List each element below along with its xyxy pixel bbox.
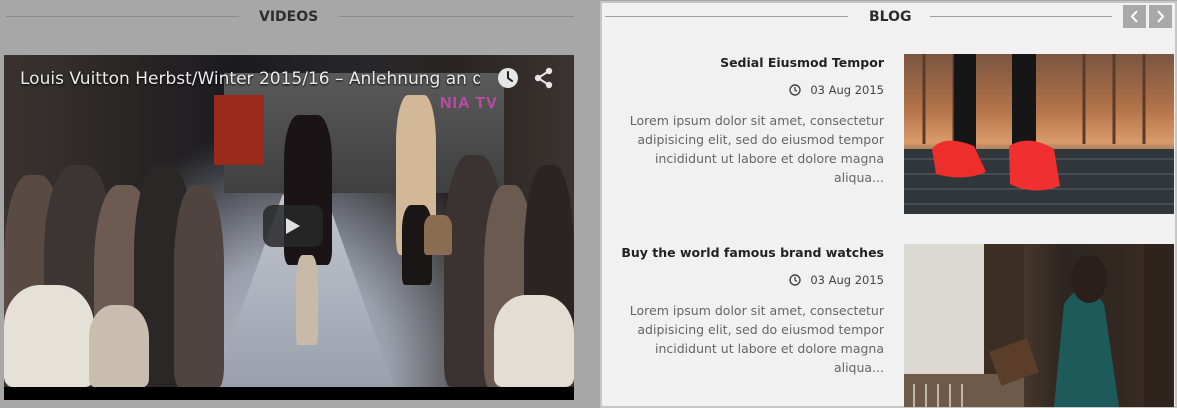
clock-icon[interactable] bbox=[497, 67, 519, 89]
play-icon bbox=[286, 218, 300, 234]
videos-heading: VIDEOS bbox=[259, 9, 319, 25]
chevron-right-icon bbox=[1157, 10, 1165, 23]
post-date: 03 Aug 2015 bbox=[789, 83, 884, 97]
blog-divider-left bbox=[605, 16, 848, 17]
videos-divider-left bbox=[6, 16, 239, 17]
video-watermark: NIA TV bbox=[440, 95, 498, 112]
post-image[interactable] bbox=[904, 244, 1174, 407]
video-player[interactable]: Louis Vuitton Herbst/Winter 2015/16 – An… bbox=[4, 55, 574, 400]
clock-icon bbox=[789, 84, 802, 96]
post-image[interactable] bbox=[904, 54, 1174, 214]
video-progress-track[interactable] bbox=[4, 387, 574, 400]
chevron-left-icon bbox=[1130, 10, 1138, 23]
blog-divider-right bbox=[930, 16, 1112, 17]
video-title[interactable]: Louis Vuitton Herbst/Winter 2015/16 – An… bbox=[20, 69, 480, 89]
videos-divider-right bbox=[339, 16, 574, 17]
post-excerpt: Lorem ipsum dolor sit amet, consectetur … bbox=[629, 303, 884, 375]
post-excerpt: Lorem ipsum dolor sit amet, consectetur … bbox=[629, 113, 884, 185]
post-title[interactable]: Buy the world famous brand watches bbox=[621, 245, 884, 260]
blog-heading: BLOG bbox=[869, 9, 912, 25]
post-date: 03 Aug 2015 bbox=[789, 273, 884, 287]
blog-prev-button[interactable] bbox=[1123, 5, 1146, 28]
clock-icon bbox=[789, 274, 802, 286]
post-title[interactable]: Sedial Eiusmod Tempor bbox=[720, 55, 884, 70]
post-date-text: 03 Aug 2015 bbox=[810, 83, 884, 97]
play-button[interactable] bbox=[263, 205, 323, 247]
blog-next-button[interactable] bbox=[1149, 5, 1172, 28]
post-date-text: 03 Aug 2015 bbox=[810, 273, 884, 287]
share-icon[interactable] bbox=[533, 67, 555, 89]
